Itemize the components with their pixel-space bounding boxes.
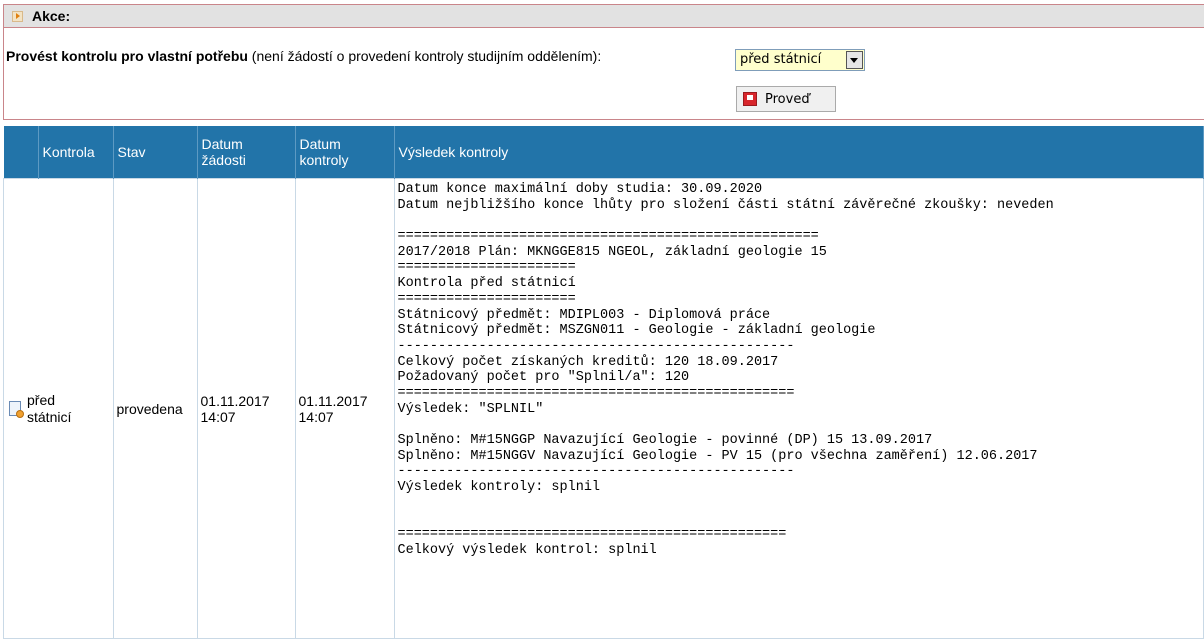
header-vysledek[interactable]: Výsledek kontroly [394, 126, 1204, 179]
provest-button-label: Proveď [765, 91, 810, 107]
result-line: ========================================… [397, 229, 819, 245]
datum-zadosti-time: 14:07 [200, 408, 236, 425]
vysledek-cell: Datum konce maximální doby studia: 30.09… [393, 178, 1204, 639]
chevron-down-icon[interactable] [846, 51, 863, 69]
kontrola-label-bold: Provést kontrolu pro vlastní potřebu [6, 48, 248, 64]
result-line: ========================================… [397, 385, 795, 401]
result-line [398, 417, 1203, 433]
header-datum-zadosti-1: Datum [201, 136, 243, 152]
datum-zadosti-cell: 01.11.2017 14:07 [196, 178, 296, 639]
save-icon [743, 92, 757, 106]
result-line: Státnicový předmět: MDIPL003 - Diplomová… [397, 307, 771, 323]
kontrola-label-rest: (není žádostí o provedení kontroly studi… [247, 48, 602, 64]
akce-header[interactable]: Akce: [4, 5, 1204, 28]
header-stav[interactable]: Stav [113, 126, 198, 179]
expand-arrow-icon[interactable] [12, 10, 23, 22]
header-datum-kontroly[interactable]: Datum kontroly [295, 126, 395, 179]
result-line: Kontrola před státnicí [397, 276, 576, 292]
header-datum-zadosti-2: žádosti [201, 152, 246, 168]
akce-title: Akce: [32, 8, 71, 24]
kontrola-type-select[interactable]: před státnicí [735, 49, 865, 71]
result-line: Výsledek kontroly: splnil [397, 480, 601, 496]
kontrola-value-1: před [27, 391, 56, 408]
result-line: Státnicový předmět: MSZGN011 - Geologie … [397, 323, 876, 339]
header-datum-zadosti[interactable]: Datum žádosti [197, 126, 296, 179]
kontrola-label: Provést kontrolu pro vlastní potřebu (ne… [6, 48, 601, 64]
document-icon[interactable] [9, 401, 24, 418]
datum-zadosti-date: 01.11.2017 [200, 392, 270, 409]
result-line [398, 496, 1203, 512]
result-line [398, 213, 1203, 229]
result-line: Splněno: M#15NGGP Navazující Geologie - … [397, 433, 933, 448]
kontrola-cell: před státnicí [3, 178, 114, 639]
result-line: Požadovaný počet pro "Splnil/a": 120 [397, 370, 690, 386]
vysledek-text: Datum konce maximální doby studia: 30.09… [397, 182, 1203, 559]
table-header-row: Kontrola Stav Datum žádosti Datum kontroly… [3, 126, 1204, 179]
kontrola-value-2: státnicí [27, 408, 72, 425]
result-line: ====================== [397, 260, 576, 276]
datum-kontroly-cell: 01.11.2017 14:07 [294, 178, 395, 639]
datum-kontroly-date: 01.11.2017 [298, 392, 368, 409]
select-value: před státnicí [740, 52, 822, 67]
header-icon-col [3, 126, 39, 179]
table-row: před státnicí provedena 01.11.2017 14:07 0… [3, 178, 1204, 639]
result-line [398, 511, 1203, 527]
result-line: Datum nejbližšího konce lhůty pro složen… [397, 197, 1054, 213]
result-line: 2017/2018 Plán: MKNGGE815 NGEOL, základn… [397, 244, 827, 260]
result-line: Datum konce maximální doby studia: 30.09… [397, 182, 763, 197]
result-line: ----------------------------------------… [397, 464, 795, 480]
result-line: ========================================… [397, 527, 787, 543]
result-line: ----------------------------------------… [397, 338, 795, 354]
provest-button[interactable]: Proveď [736, 86, 836, 112]
datum-kontroly-time: 14:07 [298, 408, 334, 425]
stav-cell: provedena [112, 178, 198, 639]
header-datum-kontroly-1: Datum [299, 136, 341, 152]
result-line: Celkový počet získaných kreditů: 120 18.… [397, 354, 779, 370]
result-line: Výsledek: "SPLNIL" [397, 401, 544, 417]
result-line: Celkový výsledek kontrol: splnil [397, 542, 657, 558]
result-line: ====================== [397, 291, 576, 307]
header-kontrola[interactable]: Kontrola [38, 126, 114, 179]
kontroly-table: Kontrola Stav Datum žádosti Datum kontroly… [3, 126, 1204, 639]
kontrola-value: před státnicí [27, 392, 71, 426]
header-datum-kontroly-2: kontroly [299, 152, 349, 168]
result-line: Splněno: M#15NGGV Navazující Geologie - … [397, 448, 1038, 464]
